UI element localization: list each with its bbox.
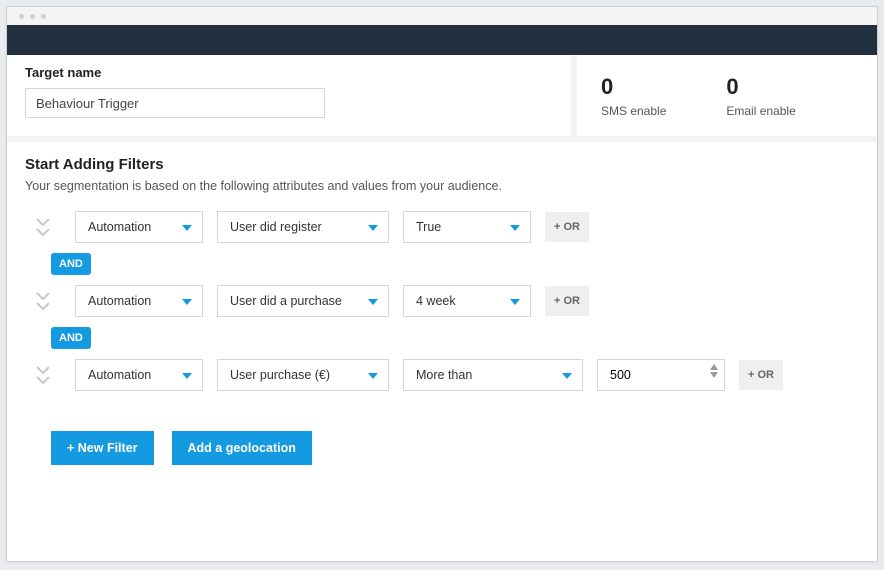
caret-down-icon bbox=[510, 220, 520, 234]
filter-condition-value: 4 week bbox=[416, 294, 456, 308]
window-dot bbox=[41, 14, 46, 19]
app-window: Target name 0 SMS enable 0 Email enable … bbox=[6, 6, 878, 562]
filter-category-select[interactable]: Automation bbox=[75, 285, 203, 317]
and-connector[interactable]: AND bbox=[51, 327, 91, 349]
stat-email-value: 0 bbox=[726, 74, 795, 100]
add-or-button[interactable]: + OR bbox=[545, 286, 589, 316]
window-dot bbox=[30, 14, 35, 19]
stats-panel: 0 SMS enable 0 Email enable bbox=[577, 55, 877, 136]
caret-down-icon bbox=[368, 368, 378, 382]
filter-attribute-value: User purchase (€) bbox=[230, 368, 330, 382]
filter-row: Automation User did register True + OR bbox=[25, 211, 859, 243]
filter-condition-select[interactable]: More than bbox=[403, 359, 583, 391]
caret-down-icon bbox=[510, 294, 520, 308]
filter-condition-value: True bbox=[416, 220, 441, 234]
filter-attribute-select[interactable]: User purchase (€) bbox=[217, 359, 389, 391]
navbar bbox=[7, 25, 877, 55]
filter-category-value: Automation bbox=[88, 368, 151, 382]
new-filter-button[interactable]: + New Filter bbox=[51, 431, 154, 465]
reorder-handle[interactable] bbox=[31, 291, 55, 311]
filter-attribute-select[interactable]: User did a purchase bbox=[217, 285, 389, 317]
caret-down-icon bbox=[182, 294, 192, 308]
add-or-button[interactable]: + OR bbox=[545, 212, 589, 242]
add-geolocation-button[interactable]: Add a geolocation bbox=[172, 431, 312, 465]
target-name-input[interactable] bbox=[25, 88, 325, 118]
filter-attribute-select[interactable]: User did register bbox=[217, 211, 389, 243]
filter-category-value: Automation bbox=[88, 294, 151, 308]
filter-value-input[interactable] bbox=[597, 359, 725, 391]
filter-row: Automation User did a purchase 4 week + … bbox=[25, 285, 859, 317]
filter-category-value: Automation bbox=[88, 220, 151, 234]
window-dot bbox=[19, 14, 24, 19]
caret-down-icon bbox=[182, 220, 192, 234]
and-connector[interactable]: AND bbox=[51, 253, 91, 275]
target-name-label: Target name bbox=[25, 65, 553, 80]
chevron-down-icon bbox=[710, 372, 718, 378]
filter-category-select[interactable]: Automation bbox=[75, 359, 203, 391]
filter-condition-value: More than bbox=[416, 368, 472, 382]
reorder-handle[interactable] bbox=[31, 365, 55, 385]
target-name-panel: Target name bbox=[7, 55, 577, 136]
caret-down-icon bbox=[368, 220, 378, 234]
filters-section: Start Adding Filters Your segmentation i… bbox=[7, 142, 877, 511]
filter-condition-select[interactable]: 4 week bbox=[403, 285, 531, 317]
stat-sms: 0 SMS enable bbox=[601, 74, 666, 118]
caret-down-icon bbox=[562, 368, 572, 382]
caret-down-icon bbox=[182, 368, 192, 382]
filters-title: Start Adding Filters bbox=[25, 156, 859, 173]
caret-down-icon bbox=[368, 294, 378, 308]
chevron-up-icon bbox=[710, 364, 718, 370]
filter-condition-select[interactable]: True bbox=[403, 211, 531, 243]
filter-attribute-value: User did register bbox=[230, 220, 322, 234]
stat-sms-label: SMS enable bbox=[601, 104, 666, 118]
filter-value-field[interactable] bbox=[610, 368, 700, 382]
filter-category-select[interactable]: Automation bbox=[75, 211, 203, 243]
bottom-actions: + New Filter Add a geolocation bbox=[25, 423, 859, 487]
reorder-handle[interactable] bbox=[31, 217, 55, 237]
number-stepper[interactable] bbox=[710, 364, 718, 378]
stat-email: 0 Email enable bbox=[726, 74, 795, 118]
add-or-button[interactable]: + OR bbox=[739, 360, 783, 390]
titlebar bbox=[7, 7, 877, 25]
filters-subtitle: Your segmentation is based on the follow… bbox=[25, 179, 859, 193]
filter-row: Automation User purchase (€) More than +… bbox=[25, 359, 859, 391]
filter-attribute-value: User did a purchase bbox=[230, 294, 342, 308]
stat-sms-value: 0 bbox=[601, 74, 666, 100]
stat-email-label: Email enable bbox=[726, 104, 795, 118]
